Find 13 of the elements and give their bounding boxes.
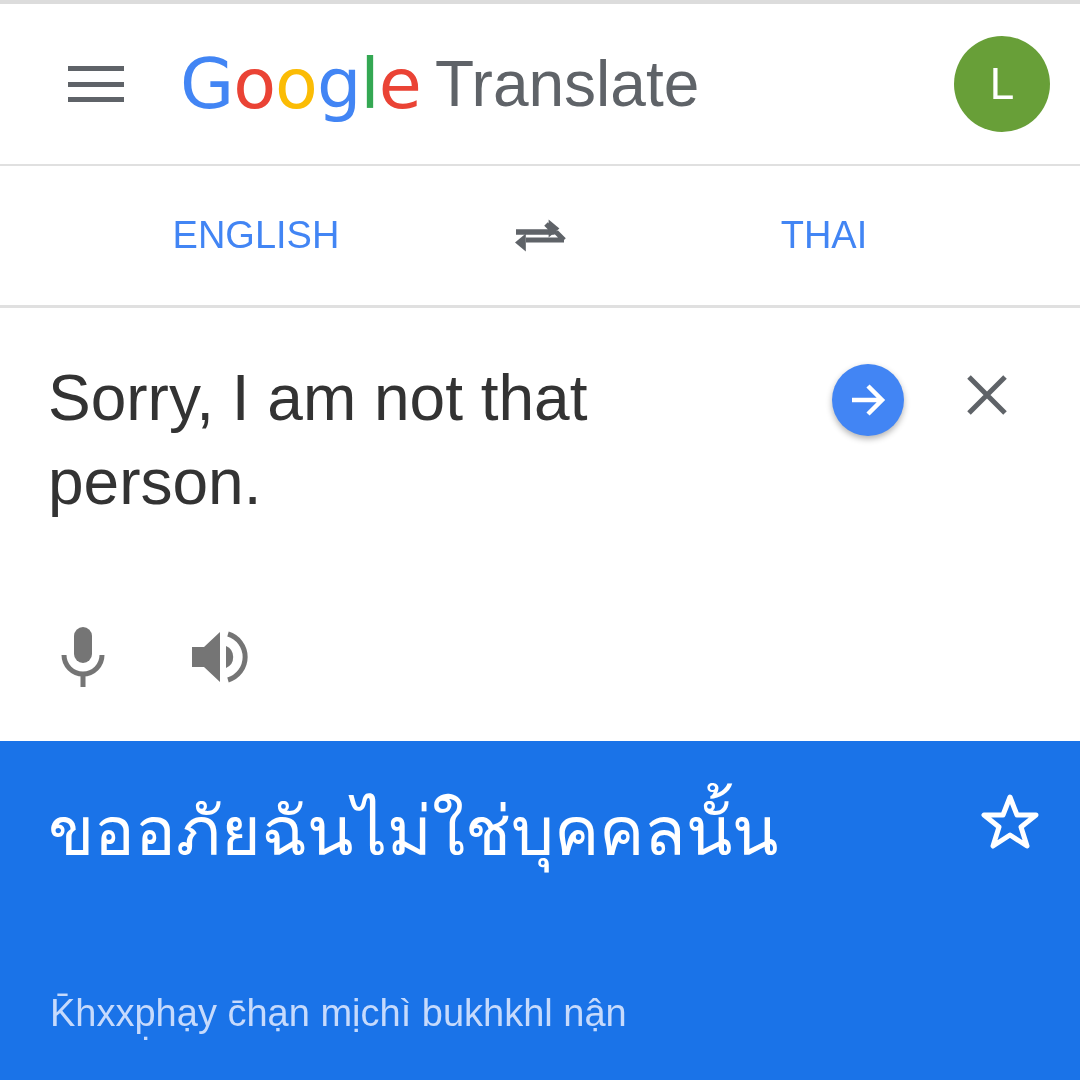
star-icon[interactable] [980,793,1040,851]
menu-icon[interactable] [68,64,124,104]
input-text[interactable]: Sorry, I am not that person. [48,356,788,524]
target-language-button[interactable]: THAI [770,204,878,267]
speaker-icon[interactable] [192,630,250,684]
translate-button[interactable] [832,364,904,436]
close-icon[interactable] [966,374,1008,416]
romanization-text: K̄hxxp̣hạy c̄hạn mịchì bukhkhl nận [48,981,1040,1046]
microphone-icon[interactable] [60,627,106,687]
user-avatar[interactable]: L [954,36,1050,132]
source-language-button[interactable]: ENGLISH [162,204,350,267]
app-title: Translate [434,52,700,116]
translation-text: ขออภัยฉันไม่ใช่บุคคลนั้น [48,781,980,883]
